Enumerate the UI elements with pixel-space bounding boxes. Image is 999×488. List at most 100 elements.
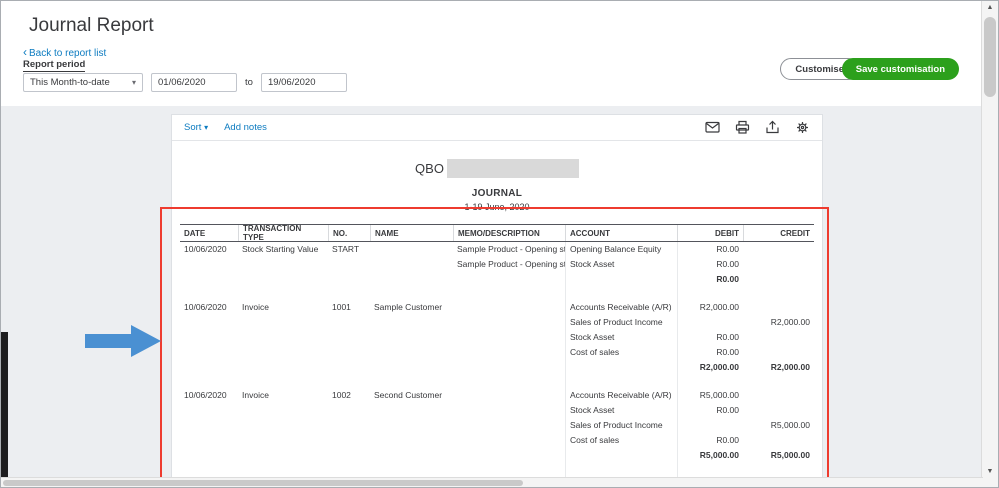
- table-cell: R2,000.00: [677, 300, 743, 315]
- table-cell: [453, 403, 565, 418]
- table-cell: Sample Customer: [374, 302, 443, 312]
- report-card: Sort ▾ Add notes QBO JOURNAL 1-19 June, …: [171, 114, 823, 479]
- report-period-label: Report period: [23, 59, 86, 72]
- table-cell: 10/06/2020: [184, 244, 227, 254]
- horizontal-scrollbar[interactable]: [1, 477, 983, 487]
- table-cell: [328, 433, 370, 448]
- table-cell: [328, 403, 370, 418]
- scroll-down-icon[interactable]: ▼: [982, 468, 998, 475]
- table-row[interactable]: 10/06/2020 Invoice 1001 Sample Customer Acco…: [180, 300, 814, 315]
- company-name-prefix: QBO: [415, 161, 444, 176]
- column-header: DEBIT: [677, 225, 743, 241]
- window-edge-strip: [1, 332, 8, 479]
- table-cell: R0.00: [677, 330, 743, 345]
- table-row[interactable]: Cost of sales R0.00: [180, 345, 814, 360]
- table-cell: [370, 315, 453, 330]
- table-cell: [238, 375, 328, 388]
- table-cell: [677, 463, 743, 476]
- table-row[interactable]: 10/06/2020 Stock Starting Value START Sampl…: [180, 242, 814, 257]
- chevron-down-icon: ▾: [131, 78, 136, 87]
- redacted-company-name: [446, 159, 579, 178]
- table-row[interactable]: Stock Asset R0.00: [180, 330, 814, 345]
- table-total-row: R5,000.00 R5,000.00: [180, 448, 814, 463]
- settings-icon[interactable]: [795, 120, 810, 135]
- column-header: DATE: [184, 228, 206, 238]
- horizontal-scroll-thumb[interactable]: [3, 480, 523, 486]
- export-icon[interactable]: [765, 120, 780, 135]
- table-cell: [565, 360, 677, 375]
- journal-table: DATE TRANSACTION TYPE NO. NAME MEMO/DESCRIPT…: [180, 224, 814, 479]
- table-cell: START: [332, 244, 360, 254]
- table-cell: [677, 375, 743, 388]
- column-header: NO.: [328, 225, 370, 241]
- vertical-scroll-thumb[interactable]: [984, 17, 996, 97]
- table-cell: [453, 272, 565, 287]
- email-icon[interactable]: [705, 120, 720, 135]
- sort-menu[interactable]: Sort ▾: [184, 122, 208, 133]
- table-cell: Accounts Receivable (A/R): [565, 388, 677, 403]
- vertical-scrollbar[interactable]: ▲ ▼: [981, 1, 998, 487]
- sort-caret-icon: ▾: [204, 123, 209, 132]
- period-select[interactable]: This Month-to-date ▾: [23, 73, 143, 92]
- table-cell: 10/06/2020: [184, 390, 227, 400]
- table-cell: [328, 315, 370, 330]
- table-cell: Sample Product - Opening st...: [457, 244, 565, 254]
- table-cell: Sales of Product Income: [565, 418, 677, 433]
- table-cell: [743, 375, 814, 388]
- table-cell: [453, 315, 565, 330]
- table-row[interactable]: Stock Asset R0.00: [180, 403, 814, 418]
- table-cell: Cost of sales: [565, 433, 677, 448]
- page-title: Journal Report: [29, 15, 154, 36]
- table-cell: R2,000.00: [770, 317, 810, 327]
- table-cell: [370, 375, 453, 388]
- table-cell: [238, 433, 328, 448]
- table-cell: Stock Asset: [565, 330, 677, 345]
- table-row[interactable]: Sales of Product Income R2,000.00: [180, 315, 814, 330]
- table-cell: [238, 272, 328, 287]
- table-cell: [370, 403, 453, 418]
- table-cell: [370, 242, 453, 257]
- table-cell: [743, 388, 814, 403]
- table-cell: [565, 287, 677, 300]
- add-notes-link[interactable]: Add notes: [224, 122, 267, 133]
- report-title: JOURNAL: [471, 188, 523, 199]
- table-row[interactable]: Sales of Product Income R5,000.00: [180, 418, 814, 433]
- table-cell: [328, 257, 370, 272]
- back-to-report-list-link[interactable]: ‹ Back to report list: [23, 45, 106, 59]
- scroll-up-icon[interactable]: ▲: [982, 4, 998, 11]
- table-cell: [370, 433, 453, 448]
- date-to-input[interactable]: [260, 73, 347, 92]
- table-total-row: R0.00: [180, 272, 814, 287]
- table-cell: [453, 448, 565, 463]
- table-cell: [180, 433, 238, 448]
- column-header: ACCOUNT: [565, 225, 677, 241]
- table-cell: [743, 433, 814, 448]
- table-cell: [238, 287, 328, 300]
- to-label: to: [245, 77, 253, 88]
- table-cell: R0.00: [677, 272, 743, 287]
- table-cell: [453, 388, 565, 403]
- table-cell: [743, 287, 814, 300]
- table-cell: Sales of Product Income: [565, 315, 677, 330]
- table-cell: Accounts Receivable (A/R): [565, 300, 677, 315]
- table-cell: Invoice: [242, 390, 269, 400]
- save-customisation-button[interactable]: Save customisation: [841, 58, 959, 80]
- table-cell: [677, 418, 743, 433]
- date-from-input[interactable]: [151, 73, 237, 92]
- table-row[interactable]: Cost of sales R0.00: [180, 433, 814, 448]
- table-row[interactable]: Sample Product - Opening st... Stock Asse…: [180, 257, 814, 272]
- table-row[interactable]: 10/06/2020 Invoice 1002 Second Customer Acco…: [180, 388, 814, 403]
- table-cell: [565, 448, 677, 463]
- table-cell: [328, 448, 370, 463]
- table-cell: R5,000.00: [770, 450, 810, 460]
- table-cell: [328, 272, 370, 287]
- table-cell: [328, 360, 370, 375]
- table-cell: [180, 330, 238, 345]
- table-cell: [180, 448, 238, 463]
- table-cell: [180, 287, 238, 300]
- print-icon[interactable]: [735, 120, 750, 135]
- table-cell: [743, 345, 814, 360]
- table-cell: [370, 330, 453, 345]
- table-cell: [453, 345, 565, 360]
- table-cell: [238, 330, 328, 345]
